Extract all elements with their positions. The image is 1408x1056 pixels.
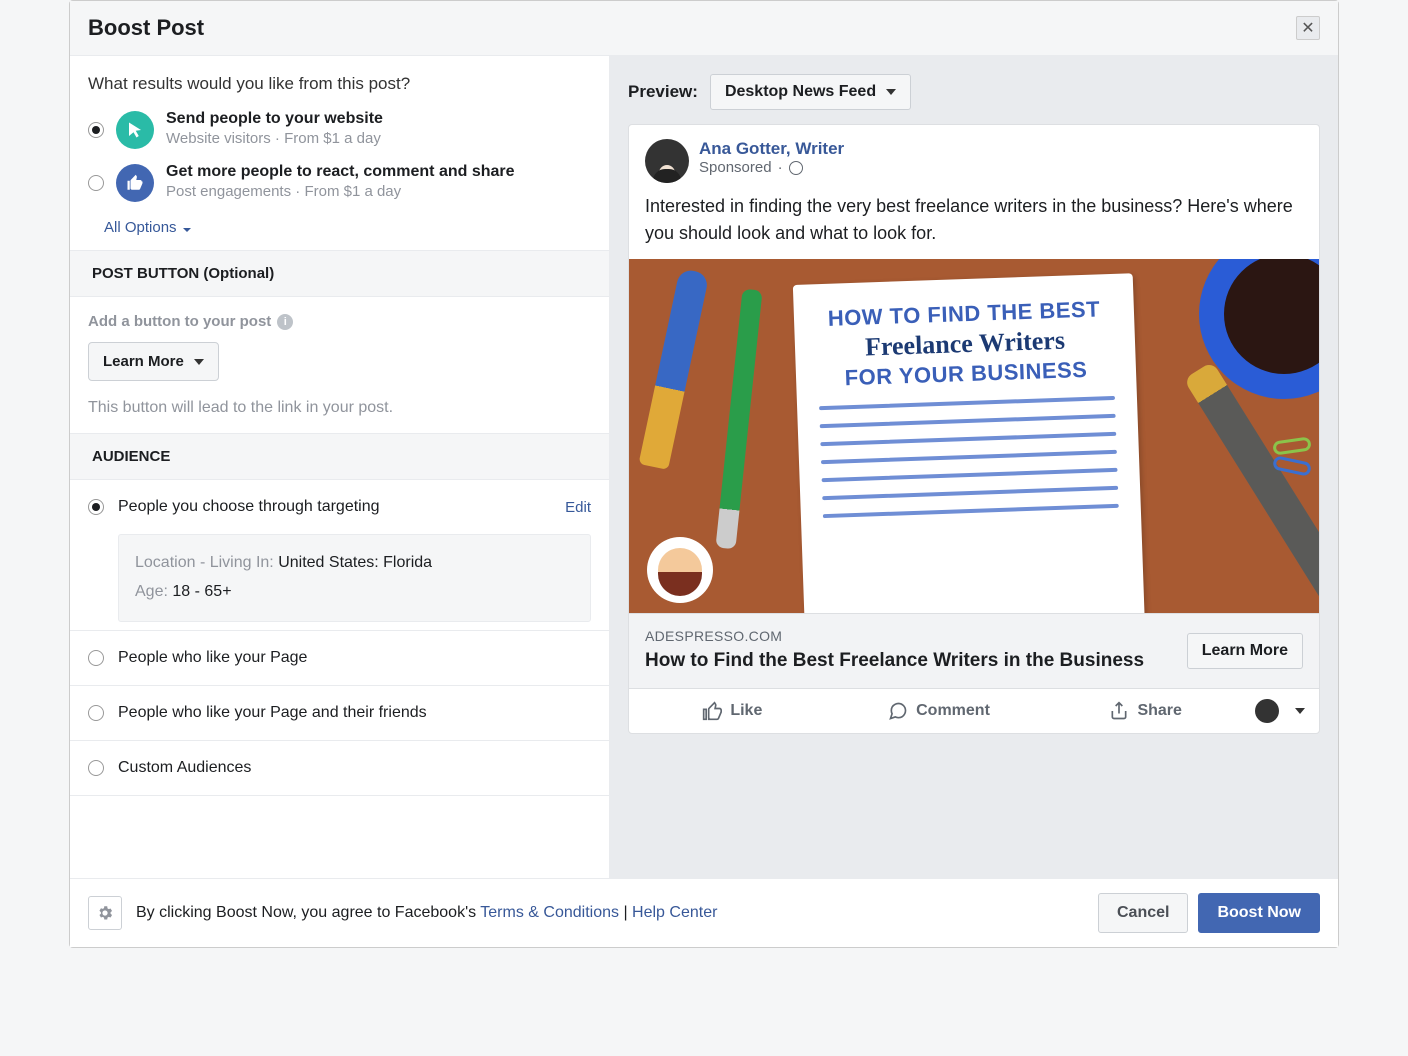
post-actions-bar: Like Comment Share [629, 688, 1319, 733]
preview-pane: Preview: Desktop News Feed Ana Gotter, W… [610, 56, 1338, 878]
pen-graphic [639, 268, 710, 470]
cta-button[interactable]: Learn More [1187, 633, 1303, 669]
post-preview-card: Ana Gotter, Writer Sponsored · Intereste… [628, 124, 1320, 734]
objective-subtitle: Post engagements · From $1 a day [166, 181, 515, 204]
paper-graphic: HOW TO FIND THE BEST Freelance Writers F… [793, 273, 1145, 613]
audience-option-custom[interactable]: Custom Audiences [70, 741, 609, 796]
post-author-link[interactable]: Ana Gotter, Writer [699, 139, 844, 159]
cancel-button[interactable]: Cancel [1098, 893, 1188, 933]
radio-icon [88, 760, 104, 776]
link-title: How to Find the Best Freelance Writers i… [645, 648, 1144, 674]
radio-icon [88, 122, 104, 138]
terms-link[interactable]: Terms & Conditions [480, 904, 619, 921]
post-meta: Sponsored · [699, 159, 844, 176]
link-preview-card[interactable]: ADESPRESSO.COM How to Find the Best Free… [629, 613, 1319, 688]
objective-title: Send people to your website [166, 110, 383, 128]
info-icon[interactable]: i [277, 314, 293, 330]
settings-gear-button[interactable] [88, 896, 122, 930]
dialog-header: Boost Post ✕ [70, 1, 1338, 56]
preview-placement-dropdown[interactable]: Desktop News Feed [710, 74, 911, 110]
audience-option-fans-friends[interactable]: People who like your Page and their frie… [70, 686, 609, 741]
share-button[interactable]: Share [1042, 689, 1249, 733]
post-body-text: Interested in finding the very best free… [629, 193, 1319, 259]
objective-subtitle: Website visitors · From $1 a day [166, 128, 383, 151]
like-icon [116, 164, 154, 202]
dialog-title: Boost Post [88, 15, 204, 41]
dialog-footer: By clicking Boost Now, you agree to Face… [70, 878, 1338, 947]
radio-icon [88, 175, 104, 191]
button-type-dropdown[interactable]: Learn More [88, 342, 219, 381]
globe-icon [789, 161, 803, 175]
preview-label: Preview: [628, 82, 698, 102]
chevron-down-icon [194, 359, 204, 365]
button-help-text: This button will lead to the link in you… [88, 399, 591, 417]
edit-targeting-link[interactable]: Edit [565, 499, 591, 516]
footer-agreement-text: By clicking Boost Now, you agree to Face… [136, 904, 717, 922]
targeting-details: Location - Living In: United States: Flo… [118, 534, 591, 622]
post-button-section-header: POST BUTTON (Optional) [70, 250, 609, 297]
pencil-graphic [715, 289, 762, 550]
all-options-link[interactable]: All Options [70, 209, 609, 250]
objective-website[interactable]: Send people to your website Website visi… [70, 104, 609, 157]
like-button[interactable]: Like [629, 689, 836, 733]
boost-now-button[interactable]: Boost Now [1198, 893, 1320, 933]
link-domain: ADESPRESSO.COM [645, 628, 1144, 644]
objective-question: What results would you like from this po… [70, 56, 609, 104]
objective-title: Get more people to react, comment and sh… [166, 163, 515, 181]
chevron-down-icon [886, 89, 896, 95]
paperclips-graphic [1273, 439, 1311, 479]
audience-option-page-fans[interactable]: People who like your Page [70, 630, 609, 686]
objective-engagement[interactable]: Get more people to react, comment and sh… [70, 157, 609, 210]
fountain-pen-graphic [1183, 361, 1319, 613]
audience-section-header: AUDIENCE [70, 433, 609, 480]
author-avatar[interactable] [645, 139, 689, 183]
chevron-down-icon[interactable] [1295, 708, 1305, 714]
cursor-icon [116, 111, 154, 149]
radio-icon [88, 499, 104, 515]
radio-icon [88, 705, 104, 721]
comment-button[interactable]: Comment [836, 689, 1043, 733]
help-center-link[interactable]: Help Center [632, 904, 717, 921]
mascot-avatar-graphic [647, 537, 713, 603]
close-button[interactable]: ✕ [1296, 16, 1320, 40]
audience-option-targeting[interactable]: People you choose through targeting Edit [70, 480, 609, 534]
post-image[interactable]: HOW TO FIND THE BEST Freelance Writers F… [629, 259, 1319, 613]
radio-icon [88, 650, 104, 666]
user-avatar-sm[interactable] [1255, 699, 1279, 723]
add-button-label: Add a button to your post i [88, 313, 591, 330]
settings-pane: What results would you like from this po… [70, 56, 610, 878]
